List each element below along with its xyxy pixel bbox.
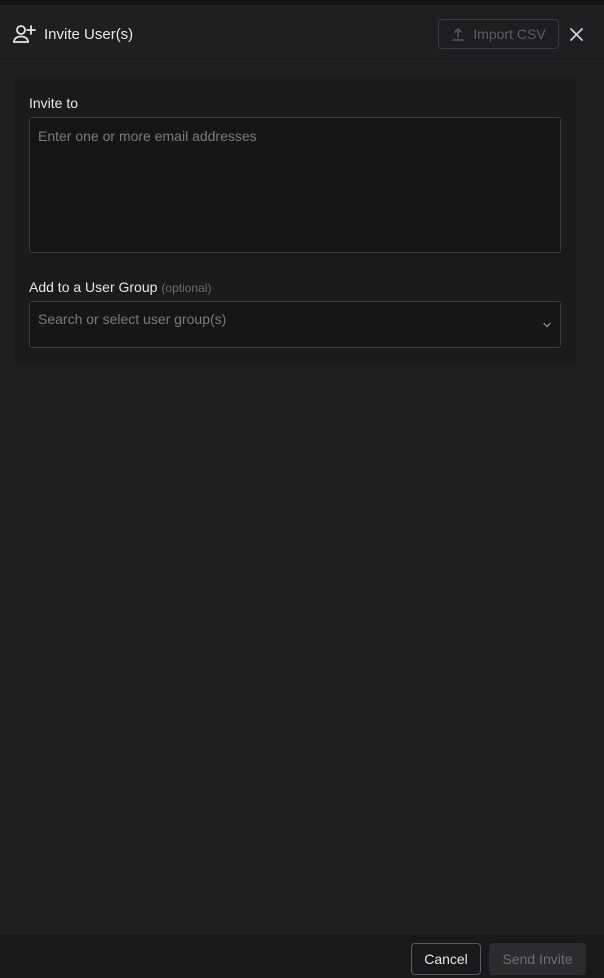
cancel-button[interactable]: Cancel [411,943,481,975]
import-csv-label: Import CSV [473,26,546,42]
send-invite-button[interactable]: Send Invite [489,943,586,975]
dialog-title: Invite User(s) [44,26,134,43]
user-group-label: Add to a User Group (optional) [29,279,211,295]
dialog-header: Invite User(s) Import CSV [0,10,604,59]
user-group-placeholder: Search or select user group(s) [38,311,227,327]
import-csv-button[interactable]: Import CSV [438,19,559,49]
chevron-down-icon [543,322,551,328]
upload-icon [452,28,465,41]
invite-users-dialog: Invite User(s) Import CSV Invite to Ente… [0,0,604,978]
user-group-select[interactable]: Search or select user group(s) [29,301,561,348]
add-user-icon [13,25,36,43]
optional-hint: (optional) [161,281,212,295]
email-placeholder: Enter one or more email addresses [38,128,257,144]
user-group-label-text: Add to a User Group [29,279,158,295]
close-icon[interactable] [568,26,585,43]
dialog-footer: Cancel Send Invite [0,933,604,978]
invite-to-label: Invite to [29,95,79,111]
email-addresses-input[interactable]: Enter one or more email addresses [29,117,561,253]
